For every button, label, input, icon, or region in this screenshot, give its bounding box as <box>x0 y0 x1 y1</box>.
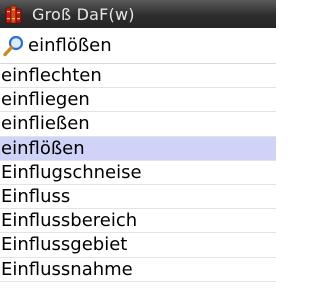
title-bar: Groß DaF(w) <box>0 0 276 28</box>
books-icon <box>4 3 26 25</box>
results-list: einflechten einfliegen einfließen einflößen… <box>0 64 276 282</box>
search-bar <box>0 28 276 64</box>
list-item[interactable]: einfließen <box>0 112 276 137</box>
magnifier-icon <box>2 34 26 58</box>
app-title: Groß DaF(w) <box>32 4 135 24</box>
list-item[interactable]: Einflussnahme <box>0 258 276 282</box>
list-item[interactable]: Einfluss <box>0 185 276 210</box>
list-item[interactable]: Einflugschneise <box>0 161 276 185</box>
list-item[interactable]: einflechten <box>0 64 276 89</box>
dictionary-screen: Groß DaF(w) einflechteneinfliegeneinflie… <box>0 0 276 300</box>
search-input[interactable] <box>28 35 268 56</box>
list-item[interactable]: Einflussgebiet <box>0 233 276 258</box>
list-item[interactable]: einfliegen <box>0 88 276 113</box>
list-item[interactable]: Einflussbereich <box>0 209 276 234</box>
list-item[interactable]: einflößen <box>0 136 276 161</box>
